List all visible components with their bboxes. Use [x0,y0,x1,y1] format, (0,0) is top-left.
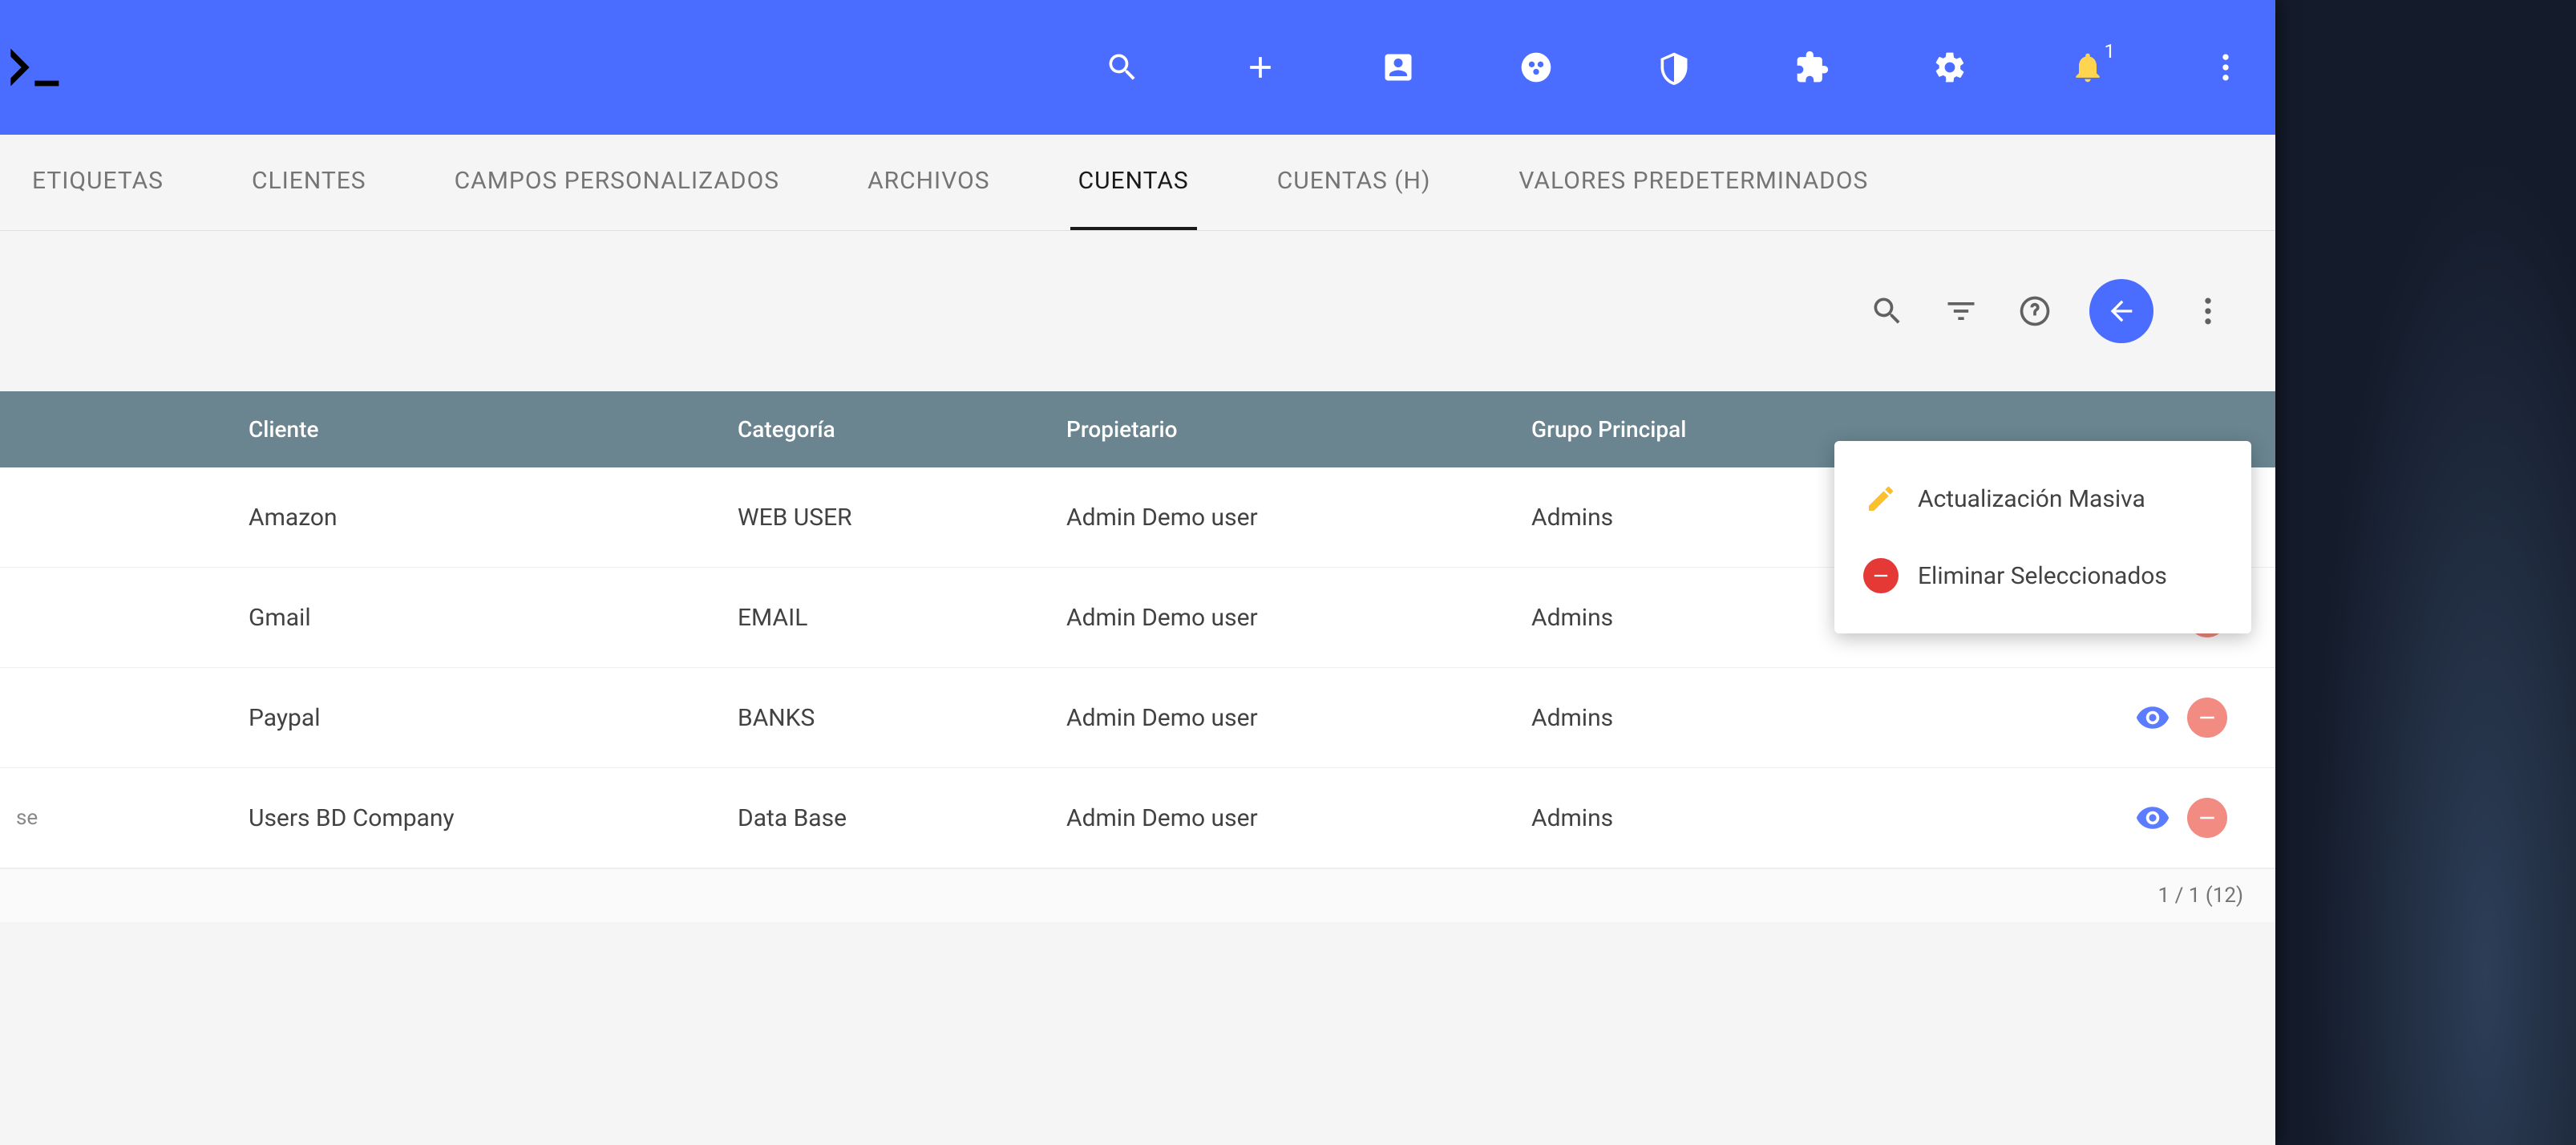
notifications-button[interactable]: 1 [2070,50,2105,85]
cell-category: Data Base [738,804,1066,832]
header-category[interactable]: Categoría [738,416,1066,443]
help-button[interactable] [2016,292,2054,330]
cell-owner: Admin Demo user [1066,504,1531,532]
table-row[interactable]: se Users BD Company Data Base Admin Demo… [0,768,2275,868]
cell-actions [1988,798,2275,838]
tab-campos-personalizados[interactable]: CAMPOS PERSONALIZADOS [447,135,787,230]
cell-category: WEB USER [738,504,1066,532]
cell-category: EMAIL [738,604,1066,632]
cell-owner: Admin Demo user [1066,604,1531,632]
search-icon [1105,50,1140,85]
cell-pre: se [0,806,249,830]
delete-button[interactable] [2187,698,2227,738]
pencil-icon [1863,481,1899,516]
tab-cuentas[interactable]: CUENTAS [1070,135,1197,230]
cell-category: BANKS [738,704,1066,732]
tab-clientes[interactable]: CLIENTES [244,135,374,230]
remove-circle-icon [1863,558,1899,593]
account-box-button[interactable] [1381,50,1416,85]
delete-button[interactable] [2187,798,2227,838]
more-button[interactable] [2208,50,2243,85]
account-box-icon [1381,50,1416,85]
view-button[interactable] [2133,798,2173,838]
cell-client: Users BD Company [249,804,738,832]
help-icon [2017,293,2052,329]
cell-group: Admins [1531,704,1988,732]
notification-badge: 1 [2105,40,2116,63]
pagination-footer: 1 / 1 (12) [0,868,2275,922]
people-icon [1519,50,1554,85]
header-group[interactable]: Grupo Principal [1531,416,1988,443]
pagination-text: 1 / 1 (12) [2158,884,2243,908]
extension-button[interactable] [1794,50,1830,85]
shield-button[interactable] [1656,50,1692,85]
search-icon [1870,293,1905,329]
tab-valores-predeterminados[interactable]: VALORES PREDETERMINADOS [1510,135,1876,230]
table-row[interactable]: Paypal BANKS Admin Demo user Admins [0,668,2275,768]
cell-group: Admins [1531,804,1988,832]
tab-etiquetas[interactable]: ETIQUETAS [24,135,172,230]
more-vert-icon [2208,50,2243,85]
app-window: 1 ETIQUETAS CLIENTES CAMPOS PERSONALIZAD… [0,0,2275,1145]
eye-icon [2135,700,2170,735]
view-button[interactable] [2133,698,2173,738]
cell-client: Paypal [249,704,738,732]
cell-client: Amazon [249,504,738,532]
menu-delete-selected[interactable]: Eliminar Seleccionados [1834,537,2251,614]
context-menu: Actualización Masiva Eliminar Selecciona… [1834,441,2251,633]
minus-icon [2195,706,2219,730]
shield-icon [1656,50,1692,85]
header-owner[interactable]: Propietario [1066,416,1531,443]
filter-button[interactable] [1942,292,1980,330]
table-search-button[interactable] [1868,292,1907,330]
header-client[interactable]: Cliente [249,416,738,443]
toolbar [0,231,2275,391]
arrow-left-icon [2105,295,2137,327]
terminal-icon [0,35,64,99]
menu-bulk-update-label: Actualización Masiva [1918,485,2145,513]
cell-actions [1988,698,2275,738]
people-button[interactable] [1519,50,1554,85]
puzzle-icon [1794,50,1830,85]
filter-lines-icon [1943,293,1979,329]
cell-owner: Admin Demo user [1066,804,1531,832]
menu-bulk-update[interactable]: Actualización Masiva [1834,460,2251,537]
add-button[interactable] [1243,50,1278,85]
settings-button[interactable] [1932,50,1967,85]
cell-client: Gmail [249,604,738,632]
search-button[interactable] [1105,50,1140,85]
app-logo[interactable] [0,0,64,135]
tabs-bar: ETIQUETAS CLIENTES CAMPOS PERSONALIZADOS… [0,135,2275,231]
tab-cuentas-h[interactable]: CUENTAS (H) [1269,135,1439,230]
desktop-background [2275,0,2576,1145]
table-more-button[interactable] [2189,292,2227,330]
plus-icon [1243,50,1278,85]
minus-icon [2195,806,2219,830]
eye-icon [2135,800,2170,835]
topbar: 1 [0,0,2275,135]
tab-archivos[interactable]: ARCHIVOS [859,135,998,230]
more-vert-icon [2190,293,2226,329]
back-fab[interactable] [2089,279,2153,343]
gear-icon [1932,50,1967,85]
menu-delete-selected-label: Eliminar Seleccionados [1918,562,2167,590]
cell-owner: Admin Demo user [1066,704,1531,732]
bell-icon [2070,50,2105,85]
